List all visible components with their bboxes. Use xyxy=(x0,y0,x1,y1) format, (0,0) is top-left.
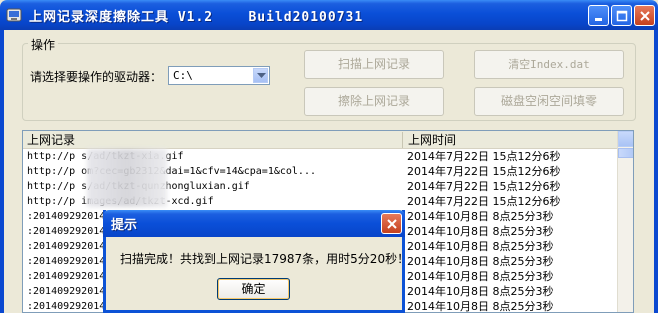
chevron-down-icon xyxy=(257,73,266,78)
column-header-time[interactable]: 上网时间 xyxy=(404,132,618,148)
drive-select-value: C:\ xyxy=(173,69,193,82)
erase-records-button[interactable]: 擦除上网记录 xyxy=(304,87,444,116)
maximize-icon xyxy=(616,10,628,22)
dialog-close-button[interactable] xyxy=(381,213,402,234)
record-time-cell: 2014年10月8日 8点25分3秒 xyxy=(407,255,554,268)
record-time-cell: 2014年7月22日 15点12分6秒 xyxy=(407,150,561,163)
dialog-ok-button[interactable]: 确定 xyxy=(217,278,290,300)
table-scrollbar[interactable] xyxy=(617,131,633,312)
window-frame-left xyxy=(0,30,4,313)
record-time-cell: 2014年10月8日 8点25分3秒 xyxy=(407,210,554,223)
app-icon xyxy=(6,8,22,22)
fill-free-space-button[interactable]: 磁盘空闲空间填零 xyxy=(474,87,624,116)
record-time-cell: 2014年10月8日 8点25分3秒 xyxy=(407,270,554,283)
scan-records-button[interactable]: 扫描上网记录 xyxy=(304,50,444,79)
minimize-button[interactable] xyxy=(588,5,609,26)
drive-label: 请选择要操作的驱动器： xyxy=(30,70,163,84)
record-time-cell: 2014年10月8日 8点25分3秒 xyxy=(407,300,554,313)
dialog-titlebar[interactable]: 提示 xyxy=(103,210,405,237)
maximize-button[interactable] xyxy=(611,5,632,26)
window-title: 上网记录深度擦除工具 V1.2 Build20100731 xyxy=(29,10,364,25)
record-time-cell: 2014年7月22日 15点12分6秒 xyxy=(407,165,561,178)
drive-select-dropdown-button[interactable] xyxy=(253,68,268,83)
window-frame-right xyxy=(654,30,658,313)
dialog-title: 提示 xyxy=(111,218,138,233)
record-url-cell: http://p om?cec=gb2312&dai=1&cfv=14&cpa=… xyxy=(27,166,316,177)
close-icon xyxy=(640,11,650,21)
table-header: 上网记录 上网时间 xyxy=(23,131,633,149)
record-time-cell: 2014年7月22日 15点12分6秒 xyxy=(407,195,561,208)
dialog-message: 扫描完成！共找到上网记录17987条，用时5分20秒！ xyxy=(120,252,410,266)
record-url-cell: http://p images/ad/tkzt-xcd.gif xyxy=(27,196,214,207)
record-url-cell: http://p s/ad/tkzt-qunzhongluxian.gif xyxy=(27,181,250,192)
scroll-thumb[interactable] xyxy=(618,148,633,158)
clear-index-dat-button[interactable]: 清空Index.dat xyxy=(474,50,624,79)
close-button[interactable] xyxy=(634,5,655,26)
scroll-up-button[interactable] xyxy=(618,131,633,147)
close-icon xyxy=(387,219,397,229)
column-header-record[interactable]: 上网记录 xyxy=(23,132,403,148)
record-url-cell: http://p s/ad/tkzt-xia.gif xyxy=(27,151,184,162)
record-time-cell: 2014年7月22日 15点12分6秒 xyxy=(407,180,561,193)
record-time-cell: 2014年10月8日 8点25分3秒 xyxy=(407,285,554,298)
record-time-cell: 2014年10月8日 8点25分3秒 xyxy=(407,240,554,253)
redaction-blur xyxy=(87,149,167,207)
window-titlebar[interactable]: 上网记录深度擦除工具 V1.2 Build20100731 xyxy=(0,0,658,30)
operation-group-legend: 操作 xyxy=(28,36,59,53)
minimize-icon xyxy=(595,18,602,21)
record-time-cell: 2014年10月8日 8点25分3秒 xyxy=(407,225,554,238)
drive-select[interactable]: C:\ xyxy=(168,66,270,85)
